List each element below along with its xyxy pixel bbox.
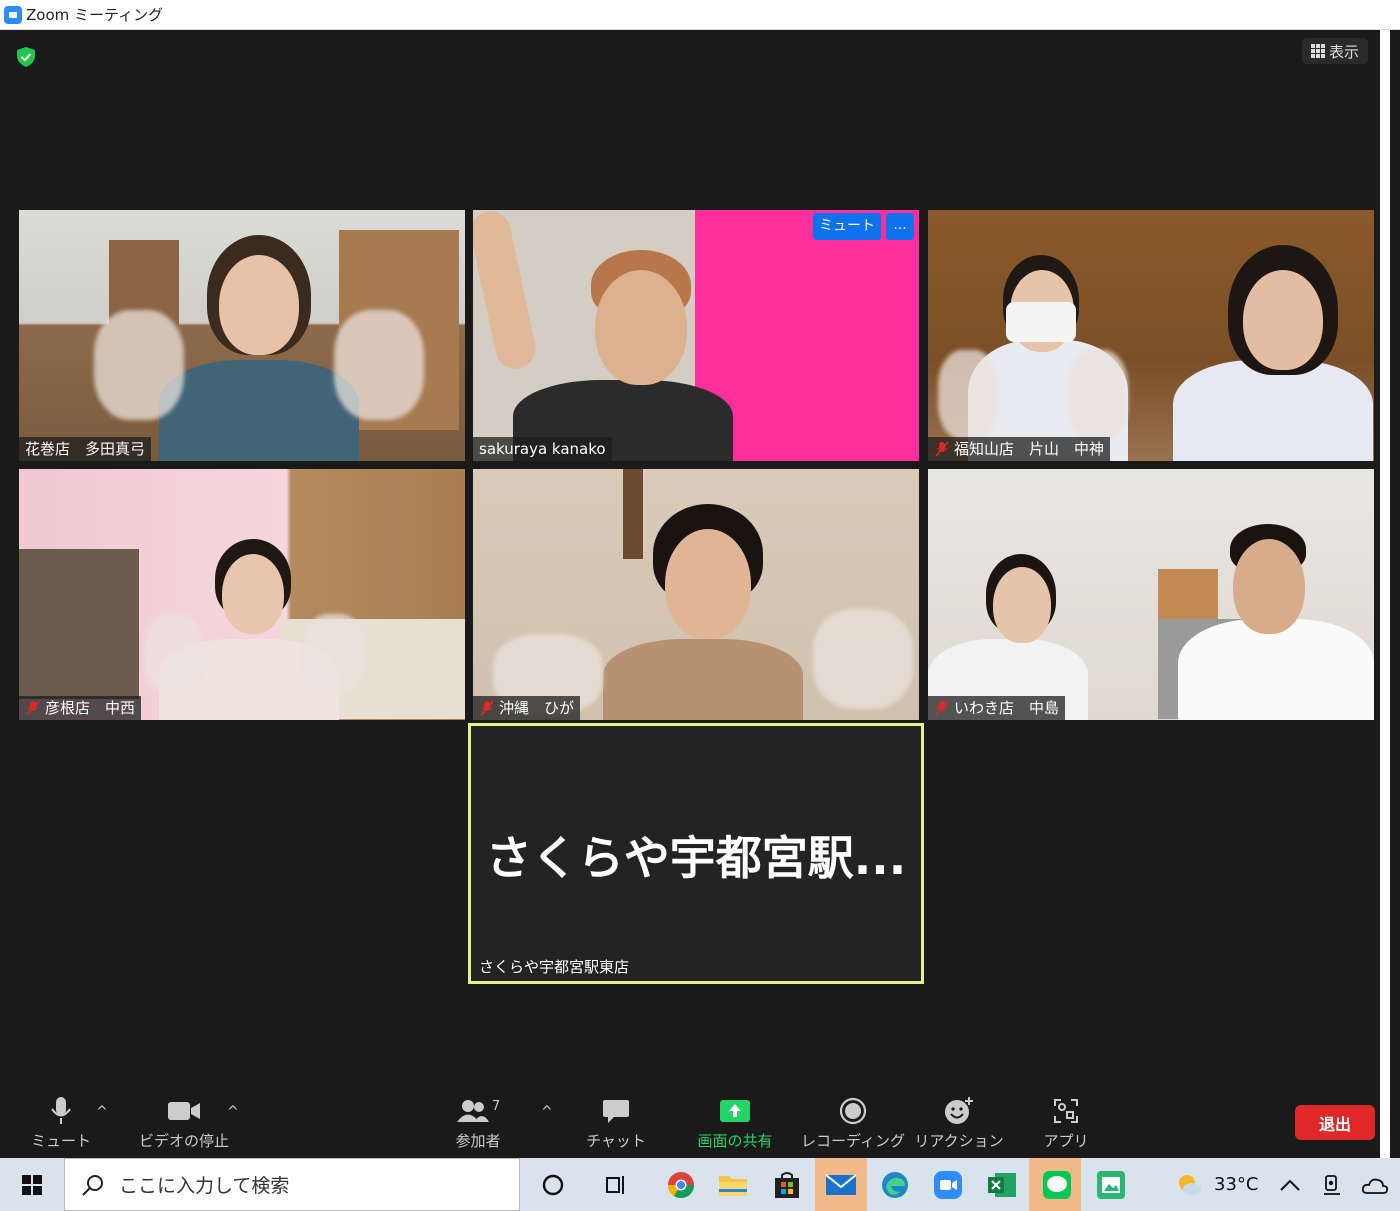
apps-button[interactable]: アプリ	[1044, 1094, 1089, 1151]
participant-name-label: 沖縄 ひが	[473, 696, 581, 720]
mute-button[interactable]: ミュート	[31, 1094, 91, 1151]
video-tile[interactable]: いわき店 中島	[928, 469, 1374, 720]
participant-name-label: さくらや宇都宮駅東店	[479, 958, 630, 976]
chevron-up-icon[interactable]	[1273, 1168, 1307, 1202]
meet-now-icon[interactable]	[1316, 1168, 1350, 1202]
participants-button[interactable]: 7 参加者	[450, 1094, 506, 1151]
participant-count: 7	[491, 1098, 501, 1114]
participant-name-label: 福知山店 片山 中神	[928, 437, 1111, 461]
smiley-plus-icon	[945, 1097, 973, 1124]
windows-start-button[interactable]	[0, 1158, 64, 1211]
video-feed	[19, 210, 465, 461]
video-tile[interactable]: 福知山店 片山 中神	[928, 210, 1374, 461]
onedrive-cloud-icon[interactable]	[1358, 1168, 1392, 1202]
edge-icon[interactable]	[878, 1168, 912, 1202]
mic-off-icon	[934, 700, 950, 716]
file-explorer-icon[interactable]	[716, 1168, 750, 1202]
search-icon	[82, 1174, 103, 1196]
participant-name-label: 彦根店 中西	[19, 696, 142, 720]
grid-view-icon	[1310, 44, 1325, 58]
record-icon	[839, 1097, 867, 1125]
meeting-toolbar: ミュート ^ ビデオの停止 ^ 7 参加者 ^ チャット 画面の共有 レコーディ…	[0, 1094, 1390, 1158]
video-feed	[928, 210, 1374, 461]
participant-name-label: 花巻店 多田真弓	[19, 437, 152, 461]
reactions-button[interactable]: リアクション	[914, 1094, 1004, 1151]
mic-off-icon	[25, 700, 41, 716]
active-speaker-tile[interactable]: さくらや宇都宮駅... さくらや宇都宮駅東店	[468, 723, 924, 984]
video-tile[interactable]: 彦根店 中西	[19, 469, 465, 720]
stop-video-button[interactable]: ビデオの停止	[139, 1094, 229, 1151]
cortana-icon[interactable]	[536, 1168, 570, 1202]
chat-button[interactable]: チャット	[586, 1094, 646, 1151]
video-tile[interactable]: 沖縄 ひが	[473, 469, 919, 720]
leave-meeting-button[interactable]: 退出	[1295, 1105, 1375, 1140]
video-tile[interactable]: ミュート ... sakuraya kanako	[473, 210, 919, 461]
windows-logo-icon	[22, 1174, 42, 1195]
window-title: Zoom ミーティング	[26, 6, 164, 24]
mic-off-icon	[479, 700, 495, 716]
audio-options-caret[interactable]: ^	[96, 1104, 108, 1120]
video-camera-icon	[168, 1102, 200, 1120]
speaker-placeholder-name: さくらや宇都宮駅...	[485, 831, 907, 885]
participant-name-label: sakuraya kanako	[473, 437, 612, 461]
participants-icon	[456, 1100, 489, 1122]
weather-temperature: 33°C	[1214, 1174, 1259, 1195]
video-feed	[473, 210, 919, 461]
microphone-icon	[51, 1097, 71, 1124]
task-view-icon[interactable]	[599, 1168, 633, 1202]
search-placeholder: ここに入力して検索	[119, 1175, 290, 1197]
tile-more-button[interactable]: ...	[886, 213, 914, 240]
video-feed	[473, 469, 919, 720]
line-icon[interactable]	[1040, 1168, 1074, 1202]
zoom-taskbar-icon[interactable]	[931, 1168, 965, 1202]
weather-icon[interactable]	[1172, 1168, 1206, 1202]
video-feed	[928, 469, 1374, 720]
participants-options-caret[interactable]: ^	[541, 1104, 553, 1120]
encryption-shield-icon[interactable]	[15, 46, 37, 68]
apps-icon	[1054, 1099, 1078, 1123]
share-screen-icon	[720, 1100, 750, 1122]
video-feed	[19, 469, 465, 720]
view-button[interactable]: 表示	[1302, 38, 1368, 64]
share-screen-button[interactable]: 画面の共有	[694, 1094, 776, 1151]
video-tile[interactable]: 花巻店 多田真弓	[19, 210, 465, 461]
zoom-app-icon	[4, 5, 22, 24]
tile-mute-button[interactable]: ミュート	[813, 213, 881, 240]
participant-name-label: いわき店 中島	[928, 696, 1066, 720]
title-bar: Zoom ミーティング	[0, 0, 1400, 30]
microsoft-store-icon[interactable]	[770, 1168, 804, 1202]
photos-icon[interactable]	[1094, 1168, 1128, 1202]
excel-icon[interactable]	[985, 1168, 1019, 1202]
mic-off-icon	[934, 441, 950, 457]
view-label: 表示	[1328, 42, 1359, 61]
record-button[interactable]: レコーディング	[801, 1094, 905, 1151]
chrome-icon[interactable]	[664, 1168, 698, 1202]
chat-bubble-icon	[603, 1100, 629, 1123]
mail-icon[interactable]	[824, 1168, 858, 1202]
video-options-caret[interactable]: ^	[227, 1104, 239, 1120]
taskbar-search-box[interactable]: ここに入力して検索	[64, 1158, 520, 1211]
